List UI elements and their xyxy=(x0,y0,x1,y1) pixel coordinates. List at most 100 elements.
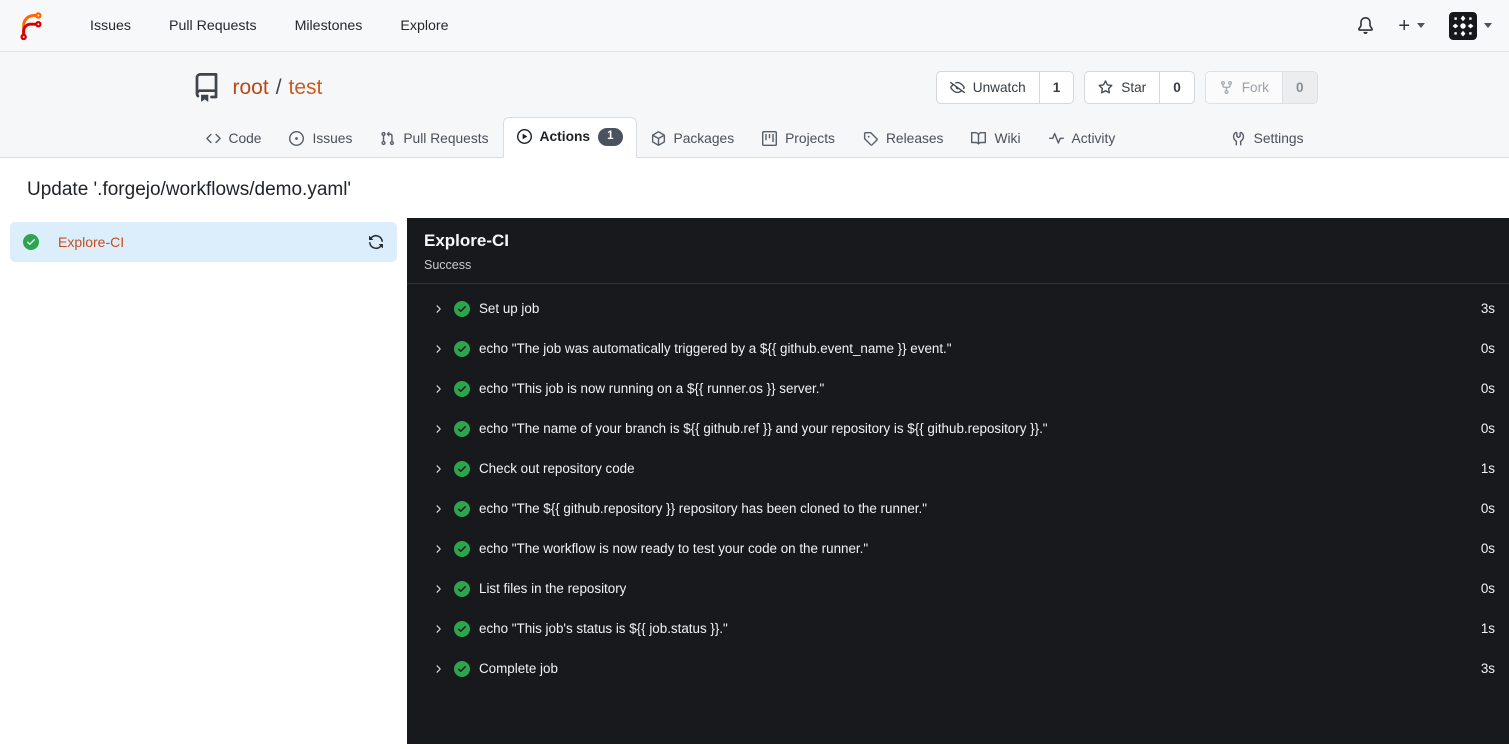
step-row[interactable]: echo "This job's status is ${{ job.statu… xyxy=(407,609,1509,649)
step-row[interactable]: Complete job 3s xyxy=(407,649,1509,689)
chevron-right-icon[interactable] xyxy=(432,503,444,515)
chevron-right-icon[interactable] xyxy=(432,583,444,595)
chevron-right-icon[interactable] xyxy=(432,463,444,475)
chevron-right-icon[interactable] xyxy=(432,343,444,355)
unwatch-label: Unwatch xyxy=(972,80,1026,95)
check-circle-icon xyxy=(454,620,470,637)
step-name: echo "This job's status is ${{ job.statu… xyxy=(479,621,728,637)
top-navbar: Issues Pull Requests Milestones Explore … xyxy=(0,0,1509,52)
nav-link-issues[interactable]: Issues xyxy=(71,0,150,51)
chevron-right-icon[interactable] xyxy=(432,423,444,435)
steps-list: Set up job 3s echo "The job was automati… xyxy=(407,284,1509,689)
nav-link-milestones[interactable]: Milestones xyxy=(276,0,382,51)
tab-issues[interactable]: Issues xyxy=(275,120,366,158)
job-panel-title: Explore-CI xyxy=(424,230,510,250)
tab-packages-label: Packages xyxy=(673,130,735,146)
fork-label: Fork xyxy=(1241,80,1269,95)
repo-breadcrumb: root / test xyxy=(233,76,323,100)
nav-link-explore[interactable]: Explore xyxy=(381,0,467,51)
tab-code[interactable]: Code xyxy=(192,120,276,158)
repo-separator: / xyxy=(275,75,282,99)
fork-icon xyxy=(1219,80,1234,95)
step-name: List files in the repository xyxy=(479,581,627,597)
chevron-down-icon xyxy=(1484,23,1492,28)
plus-icon: + xyxy=(1398,14,1410,37)
step-row[interactable]: echo "The workflow is now ready to test … xyxy=(407,529,1509,569)
user-menu[interactable] xyxy=(1449,11,1492,40)
step-name: Set up job xyxy=(479,301,540,317)
tab-wiki[interactable]: Wiki xyxy=(957,120,1034,158)
chevron-right-icon[interactable] xyxy=(432,303,444,315)
step-row[interactable]: echo "This job is now running on a ${{ r… xyxy=(407,369,1509,409)
check-circle-icon xyxy=(454,500,470,517)
check-circle-icon xyxy=(454,380,470,397)
step-duration: 0s xyxy=(1480,501,1495,517)
forgejo-logo-icon[interactable] xyxy=(17,10,45,41)
rerun-sync-icon[interactable] xyxy=(368,234,384,250)
chevron-right-icon[interactable] xyxy=(432,623,444,635)
step-duration: 0s xyxy=(1480,581,1495,597)
job-item-explore-ci[interactable]: Explore-CI xyxy=(10,221,397,262)
tab-settings[interactable]: Settings xyxy=(1217,120,1318,158)
star-icon xyxy=(1098,80,1113,95)
tab-activity[interactable]: Activity xyxy=(1035,120,1130,158)
actions-count-badge: 1 xyxy=(598,128,623,146)
step-row[interactable]: List files in the repository 0s xyxy=(407,569,1509,609)
create-new-menu[interactable]: + xyxy=(1398,16,1425,36)
step-name: echo "The job was automatically triggere… xyxy=(479,341,952,357)
navbar-links: Issues Pull Requests Milestones Explore xyxy=(71,0,468,51)
tab-releases-label: Releases xyxy=(885,130,944,146)
nav-link-pull-requests[interactable]: Pull Requests xyxy=(150,0,276,51)
step-row[interactable]: Check out repository code 1s xyxy=(407,449,1509,489)
check-circle-icon xyxy=(454,420,470,437)
star-count[interactable]: 0 xyxy=(1159,72,1194,103)
check-circle-icon xyxy=(454,580,470,597)
star-label: Star xyxy=(1121,80,1147,95)
chevron-right-icon[interactable] xyxy=(432,383,444,395)
check-circle-icon xyxy=(454,340,470,357)
tab-issues-label: Issues xyxy=(312,130,353,146)
chevron-right-icon[interactable] xyxy=(432,543,444,555)
job-panel-header: Explore-CI Success xyxy=(407,218,1509,284)
step-duration: 0s xyxy=(1480,381,1495,397)
tab-actions[interactable]: Actions 1 xyxy=(502,117,637,158)
unwatch-button[interactable]: Unwatch 1 xyxy=(935,71,1075,104)
watch-count[interactable]: 1 xyxy=(1038,72,1074,103)
step-row[interactable]: echo "The job was automatically triggere… xyxy=(407,329,1509,369)
job-log-panel: Explore-CI Success Set up job 3s echo "T… xyxy=(407,217,1509,744)
tab-projects[interactable]: Projects xyxy=(748,120,849,158)
tab-settings-label: Settings xyxy=(1253,130,1304,146)
avatar xyxy=(1449,11,1477,40)
tab-pull-requests[interactable]: Pull Requests xyxy=(366,120,502,158)
check-circle-icon xyxy=(454,540,470,557)
repo-tabs: Code Issues Pull Requests Actions 1 Pack… xyxy=(192,117,1318,158)
step-row[interactable]: echo "The ${{ github.repository }} repos… xyxy=(407,489,1509,529)
check-circle-icon xyxy=(454,660,470,677)
check-circle-icon xyxy=(454,460,470,477)
repo-name-link[interactable]: test xyxy=(289,76,323,100)
step-row[interactable]: Set up job 3s xyxy=(407,289,1509,329)
tab-projects-label: Projects xyxy=(785,130,835,146)
repo-header: root / test Unwatch 1 Star 0 Fork 0 Code… xyxy=(0,52,1509,158)
notifications-bell-icon[interactable] xyxy=(1357,17,1374,34)
job-name: Explore-CI xyxy=(58,233,125,250)
tab-packages[interactable]: Packages xyxy=(637,120,749,158)
step-name: echo "The workflow is now ready to test … xyxy=(479,541,869,557)
step-duration: 0s xyxy=(1480,541,1495,557)
run-main: Explore-CI Explore-CI Success Set up job… xyxy=(0,217,1509,744)
navbar-right: + xyxy=(1357,11,1492,40)
step-row[interactable]: echo "The name of your branch is ${{ git… xyxy=(407,409,1509,449)
jobs-sidebar: Explore-CI xyxy=(0,217,407,744)
step-duration: 3s xyxy=(1480,661,1495,677)
repo-owner-link[interactable]: root xyxy=(233,76,269,100)
step-name: Complete job xyxy=(479,661,558,677)
tab-code-label: Code xyxy=(228,130,262,146)
step-duration: 1s xyxy=(1480,461,1495,477)
chevron-right-icon[interactable] xyxy=(432,663,444,675)
star-button[interactable]: Star 0 xyxy=(1084,71,1195,104)
step-duration: 0s xyxy=(1480,341,1495,357)
fork-button: Fork 0 xyxy=(1204,71,1318,104)
run-title: Update '.forgejo/workflows/demo.yaml' xyxy=(27,178,352,200)
tab-wiki-label: Wiki xyxy=(994,130,1021,146)
tab-releases[interactable]: Releases xyxy=(849,120,958,158)
